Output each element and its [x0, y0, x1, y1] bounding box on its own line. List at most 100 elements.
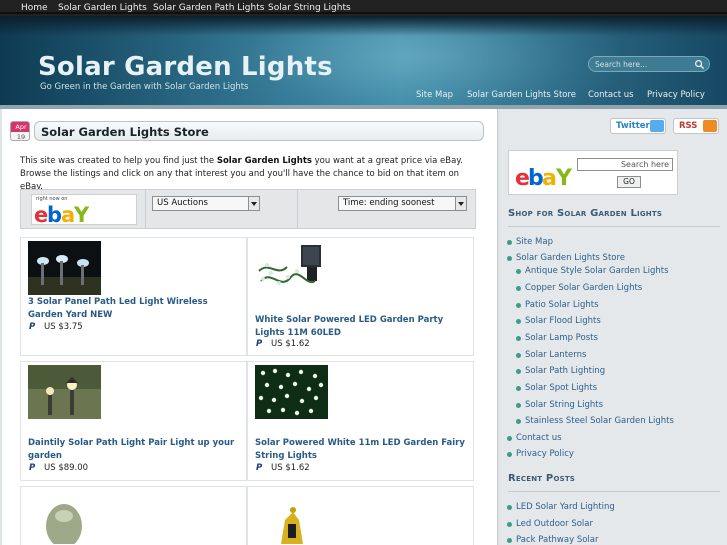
- listing-title[interactable]: Solar Powered White 11m LED Garden Fairy…: [255, 437, 467, 462]
- auction-type-select[interactable]: US Auctions: [152, 196, 260, 211]
- listing-card[interactable]: [247, 486, 474, 545]
- sidebar-item-privacy-policy[interactable]: Privacy Policy: [507, 449, 574, 459]
- paypal-icon: P: [29, 463, 36, 473]
- listing-price-value: US $1.62: [271, 463, 310, 473]
- sidebar-item-path-lighting[interactable]: Solar Path Lighting: [515, 366, 605, 376]
- listing-price: P US $1.62: [256, 339, 310, 349]
- string-lights-image: [255, 241, 328, 295]
- post-date-month: Apr: [11, 122, 29, 132]
- svg-text:Y: Y: [73, 203, 90, 225]
- sidebar-item-contact-us[interactable]: Contact us: [507, 433, 562, 443]
- twitter-bird-icon: [650, 120, 664, 132]
- site-search-input[interactable]: [595, 59, 690, 70]
- sidebar-item-flood[interactable]: Solar Flood Lights: [516, 316, 601, 326]
- rss-link[interactable]: RSS: [673, 118, 719, 134]
- listing-price-value: US $3.75: [44, 322, 83, 332]
- post-title[interactable]: Solar Garden Lights Store: [41, 125, 209, 139]
- listing-card[interactable]: Daintily Solar Path Light Pair Light up …: [20, 361, 247, 481]
- auction-type-value: US Auctions: [157, 198, 208, 208]
- sort-value: Time: ending soonest: [343, 198, 435, 208]
- main-content: Apr 19 Solar Garden Lights Store This si…: [2, 109, 498, 545]
- path-light-image: [28, 241, 101, 295]
- sidebar-item-spot-lights[interactable]: Solar Spot Lights: [515, 383, 597, 393]
- header-shade: [0, 16, 727, 36]
- chevron-down-icon: [248, 197, 259, 210]
- rss-label: RSS: [679, 121, 698, 131]
- listing-image[interactable]: [28, 490, 101, 544]
- ebay-filter-bar: right now on e b a Y US Auctions Time: e…: [20, 189, 476, 229]
- svg-text:Y: Y: [555, 166, 573, 189]
- twitter-label: Twitter: [616, 121, 650, 131]
- sidebar-item-stainless-steel[interactable]: Stainless Steel Solar Garden Lights: [516, 416, 674, 426]
- intro-text-bold: Solar Garden Lights: [216, 156, 312, 166]
- recent-post-item[interactable]: Led Outdoor Solar: [507, 519, 593, 529]
- recent-posts-rule: [508, 491, 720, 492]
- recent-post-item[interactable]: LED Solar Yard Lighting: [507, 502, 615, 512]
- listing-card[interactable]: White Solar Powered LED Garden Party Lig…: [247, 237, 474, 356]
- listing-card[interactable]: [20, 486, 247, 545]
- nav-store[interactable]: Solar Garden Lights Store: [467, 90, 576, 100]
- listing-price: P US $3.75: [29, 322, 83, 332]
- gold-lantern-image: [255, 490, 328, 544]
- filter-divider: [297, 190, 298, 228]
- listing-card[interactable]: 3 Solar Panel Path Led Light Wireless Ga…: [20, 237, 247, 356]
- stone-light-image: [28, 490, 101, 544]
- rss-feed-icon: [703, 120, 717, 132]
- sidebar-item-patio[interactable]: Patio Solar Lights: [516, 300, 599, 310]
- post-date-day: 19: [16, 133, 26, 141]
- post-date-badge: Apr 19: [10, 121, 30, 141]
- listing-price-value: US $89.00: [44, 463, 89, 473]
- paypal-icon: P: [256, 339, 263, 349]
- listing-image[interactable]: [28, 365, 101, 419]
- sort-select[interactable]: Time: ending soonest: [338, 196, 467, 211]
- sidebar-item-lanterns[interactable]: Solar Lanterns: [515, 350, 586, 360]
- svg-text:a: a: [542, 166, 557, 189]
- fairy-lights-image: [255, 365, 328, 419]
- intro-text-start: This site was created to help you find j…: [20, 156, 217, 166]
- nav-site-map[interactable]: Site Map: [416, 90, 453, 100]
- sidebar-item-copper[interactable]: Copper Solar Garden Lights: [515, 283, 642, 293]
- nav-contact-us[interactable]: Contact us: [588, 90, 634, 100]
- listing-price: P US $89.00: [29, 463, 88, 473]
- ebay-go-button[interactable]: GO: [617, 176, 641, 188]
- search-icon[interactable]: [694, 59, 705, 70]
- recent-posts-heading: Recent Posts: [508, 473, 576, 484]
- top-nav-divider: [0, 12, 727, 14]
- recent-post-item[interactable]: Pack Pathway Solar: [506, 535, 598, 545]
- listing-image[interactable]: [28, 241, 101, 295]
- right-now-on-label: right now on: [36, 196, 68, 202]
- listing-price: P US $1.62: [256, 463, 310, 473]
- ebay-search-input[interactable]: [577, 158, 673, 171]
- sidebar-item-store[interactable]: Solar Garden Lights Store: [506, 253, 625, 263]
- ebay-search-widget: e b a Y GO: [508, 150, 678, 195]
- shop-heading: Shop for Solar Garden Lights: [508, 208, 663, 219]
- ebay-logo[interactable]: right now on e b a Y: [31, 194, 137, 225]
- listing-image[interactable]: [255, 365, 328, 419]
- site-title[interactable]: Solar Garden Lights: [38, 52, 333, 82]
- listing-image[interactable]: [255, 241, 328, 295]
- listing-title[interactable]: Daintily Solar Path Light Pair Light up …: [28, 437, 240, 462]
- filter-divider: [145, 190, 146, 228]
- twitter-link[interactable]: Twitter: [610, 118, 666, 134]
- ebay-logo-icon: e b a Y: [515, 166, 573, 189]
- chevron-down-icon: [455, 197, 466, 210]
- listing-title[interactable]: White Solar Powered LED Garden Party Lig…: [255, 314, 467, 339]
- sidebar-item-site-map[interactable]: Site Map: [507, 237, 553, 247]
- listing-card[interactable]: Solar Powered White 11m LED Garden Fairy…: [247, 361, 474, 481]
- path-light-pair-image: [28, 365, 101, 419]
- shop-heading-rule: [508, 226, 720, 227]
- sidebar-item-lamp-posts[interactable]: Solar Lamp Posts: [516, 333, 598, 343]
- paypal-icon: P: [256, 463, 263, 473]
- post-title-bar: Solar Garden Lights Store: [34, 121, 484, 141]
- sidebar-item-antique-style[interactable]: Antique Style Solar Garden Lights: [516, 266, 669, 276]
- listing-image[interactable]: [255, 490, 328, 544]
- sidebar: Twitter RSS e b a Y GO Shop for Solar Ga…: [500, 109, 727, 545]
- listing-price-value: US $1.62: [271, 339, 310, 349]
- sidebar-item-string-lights[interactable]: Solar String Lights: [515, 400, 603, 410]
- site-search: [588, 56, 710, 72]
- top-navigation: Home Solar Garden Lights Solar Garden Pa…: [0, 0, 727, 16]
- svg-text:b: b: [47, 203, 62, 225]
- paypal-icon: P: [29, 322, 36, 332]
- nav-privacy-policy[interactable]: Privacy Policy: [647, 90, 705, 100]
- listing-title[interactable]: 3 Solar Panel Path Led Light Wireless Ga…: [28, 296, 240, 321]
